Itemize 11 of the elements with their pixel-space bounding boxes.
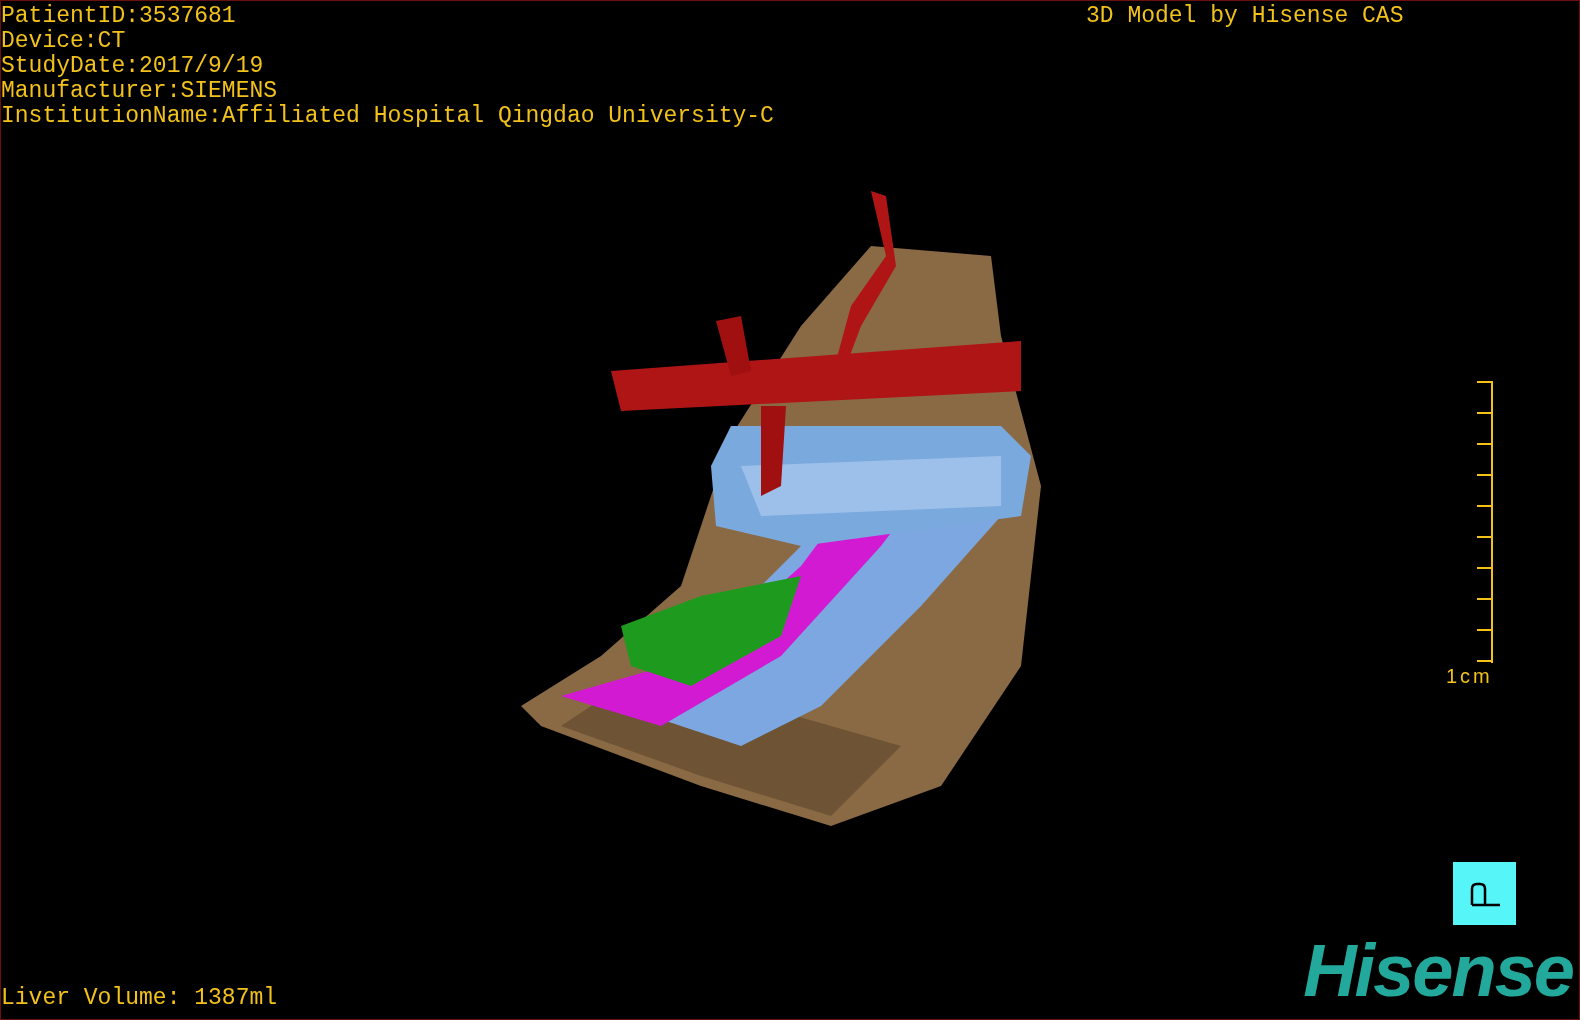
model-caption: 3D Model by Hisense CAS [1086,4,1404,29]
liver-volume-text: Liver Volume: 1387ml [1,986,278,1011]
orientation-cube-icon[interactable] [1453,862,1516,925]
info-text: InstitutionName:Affiliated Hospital Qingdao University-C [1,104,774,129]
brand-logo: Hisense [1303,931,1573,1011]
info-text: Device:CT [1,29,127,54]
scale-bar-icon [1477,381,1493,663]
info-text: StudyDate:2017/9/19 [1,54,265,79]
info-text: Manufacturer:SIEMENS [1,79,279,104]
info-text: PatientID:3537681 [1,4,237,29]
scale-label: 1cm [1446,665,1493,687]
